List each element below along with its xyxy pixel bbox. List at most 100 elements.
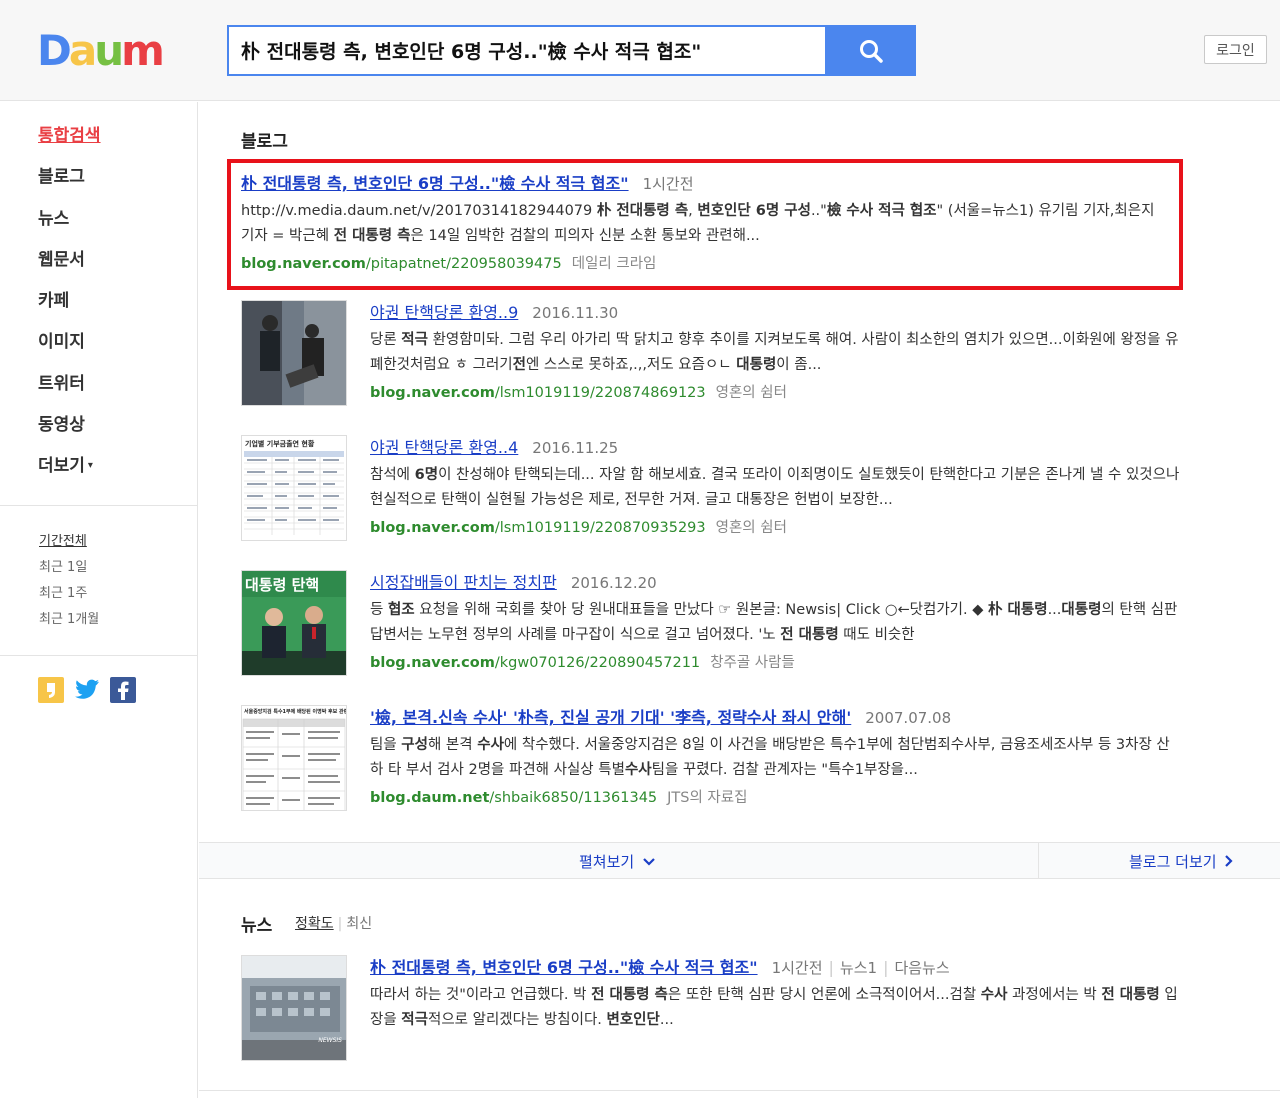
snippet-text: 요청을 위해 국회를 찾아 당 원내대표들을 만났다 ☞ 원본글: Newsis… bbox=[414, 602, 988, 618]
result-source[interactable]: JTS의 자료집 bbox=[667, 790, 747, 806]
snippet-highlight: 전 대통령 측 bbox=[333, 228, 411, 244]
news-title-link[interactable]: 朴 전대통령 측, 변호인단 6명 구성.."檢 수사 적극 협조" bbox=[370, 958, 758, 977]
result-source[interactable]: 창주골 사람들 bbox=[710, 655, 795, 671]
expand-button[interactable]: 펼쳐보기 bbox=[579, 851, 655, 872]
nav-item-news[interactable]: 뉴스 bbox=[38, 205, 101, 246]
result-url-link[interactable]: blog.naver.com/lsm1019119/220874869123 bbox=[370, 385, 706, 401]
result-url-path: /lsm1019119/220870935293 bbox=[494, 520, 706, 536]
nav-item-blog[interactable]: 블로그 bbox=[38, 163, 101, 204]
period-1week[interactable]: 최근 1주 bbox=[39, 582, 99, 608]
period-1day[interactable]: 최근 1일 bbox=[39, 556, 99, 582]
news-result: 朴 전대통령 측, 변호인단 6명 구성.."檢 수사 적극 협조" 1시간전 | 뉴… bbox=[370, 954, 1180, 1033]
snippet-text: 이 좀... bbox=[776, 357, 822, 373]
news-thumbnail[interactable]: NEWSIS bbox=[241, 955, 347, 1061]
snippet-text: 등 bbox=[370, 602, 388, 618]
daum-story-icon[interactable] bbox=[38, 677, 64, 703]
blog-more-bar: 펼쳐보기 블로그 더보기 bbox=[199, 842, 1280, 879]
search-button[interactable] bbox=[825, 25, 916, 76]
nav-item-cafe[interactable]: 카페 bbox=[38, 287, 101, 328]
result-date: 2016.12.20 bbox=[570, 574, 657, 592]
result-url-link[interactable]: blog.naver.com/pitapatnet/220958039475 bbox=[241, 256, 562, 272]
result-title-link[interactable]: '檢, 본격.신속 수사' '朴측, 진실 공개 기대' '李측, 정략수사 좌… bbox=[370, 708, 851, 727]
snippet-highlight: 朴 전대통령 측 bbox=[596, 203, 689, 219]
nav-item-all[interactable]: 통합검색 bbox=[38, 122, 101, 163]
nav-item-more[interactable]: 더보기 ▾ bbox=[38, 452, 101, 493]
sidebar-divider bbox=[0, 655, 198, 656]
result-url-link[interactable]: blog.daum.net/shbaik6850/11361345 bbox=[370, 790, 657, 806]
result-title-link[interactable]: 야권 탄핵당론 환영..9 bbox=[370, 303, 518, 322]
snippet-text: 과정에서는 박 bbox=[1007, 987, 1102, 1003]
snippet-text: , bbox=[688, 203, 698, 219]
result-source[interactable]: 영혼의 쉼터 bbox=[716, 520, 787, 536]
blog-result: 시정잡배들이 판치는 정치판 2016.12.20 등 협조 요청을 위해 국회를… bbox=[370, 569, 1180, 672]
result-date: 2016.11.25 bbox=[532, 439, 619, 457]
news-snippet: 따라서 하는 것"이라고 언급했다. 박 전 대통령 측은 또한 탄핵 심판 당… bbox=[370, 983, 1180, 1033]
nav-more-label: 더보기 bbox=[38, 456, 85, 477]
period-1month[interactable]: 최근 1개월 bbox=[39, 608, 99, 634]
result-url-path: /shbaik6850/11361345 bbox=[489, 790, 658, 806]
snippet-highlight: 대통령 bbox=[1061, 602, 1102, 618]
period-all[interactable]: 기간전체 bbox=[39, 530, 99, 556]
result-title-link[interactable]: 朴 전대통령 측, 변호인단 6명 구성.."檢 수사 적극 협조" bbox=[241, 174, 629, 193]
result-url-link[interactable]: blog.naver.com/lsm1019119/220870935293 bbox=[370, 520, 706, 536]
table-thumbnail bbox=[242, 718, 346, 810]
result-url-path: /lsm1019119/220874869123 bbox=[494, 385, 706, 401]
result-thumbnail[interactable]: 대통령 탄핵 bbox=[241, 570, 347, 676]
snippet-highlight: 6명 bbox=[414, 467, 439, 483]
thumbnail-caption: 서울중앙지검 특수1부에 배당된 이명박 후보 관련 bbox=[244, 709, 346, 715]
snippet-text: 따라서 하는 것"이라고 언급했다. 박 bbox=[370, 987, 592, 1003]
snippet-text: 당론 bbox=[370, 332, 402, 348]
snippet-highlight: 대통령 bbox=[736, 357, 777, 373]
snippet-text: 은 또한 탄핵 심판 당시 언론에 소극적이어서...검찰 bbox=[667, 987, 981, 1003]
result-thumbnail[interactable]: 서울중앙지검 특수1부에 배당된 이명박 후보 관련 bbox=[241, 705, 347, 811]
blog-result: 야권 탄핵당론 환영..9 2016.11.30 당론 적극 환영함미돠. 그럼 … bbox=[370, 299, 1180, 402]
nav-item-twitter[interactable]: 트위터 bbox=[38, 370, 101, 411]
login-button[interactable]: 로그인 bbox=[1204, 35, 1267, 64]
nav-item-web[interactable]: 웹문서 bbox=[38, 246, 101, 287]
sidebar: 통합검색 블로그 뉴스 웹문서 카페 이미지 트위터 동영상 더보기 ▾ 기간전체… bbox=[0, 102, 198, 1098]
news-time: 1시간전 bbox=[771, 959, 823, 977]
blog-section-title: 블로그 bbox=[241, 132, 288, 152]
news-portal[interactable]: 다음뉴스 bbox=[894, 959, 949, 977]
snippet-text: http://v.media.daum.net/v/20170314182944… bbox=[241, 203, 597, 219]
news-press[interactable]: 뉴스1 bbox=[840, 959, 877, 977]
result-url-link[interactable]: blog.naver.com/kgw070126/220890457211 bbox=[370, 655, 700, 671]
result-title-link[interactable]: 야권 탄핵당론 환영..4 bbox=[370, 438, 518, 457]
result-thumbnail[interactable] bbox=[241, 300, 347, 406]
result-thumbnail[interactable]: 기업별 기부금출연 현황 bbox=[241, 435, 347, 541]
blog-result: 야권 탄핵당론 환영..4 2016.11.25 참석에 6명이 찬성해야 탄핵되… bbox=[370, 434, 1180, 537]
snippet-highlight: 전 bbox=[512, 357, 526, 373]
sort-accuracy[interactable]: 정확도 bbox=[295, 916, 334, 932]
snippet-text: 이 찬성해야 탄핵되는데... 자알 함 해보세효. 결국 또라이 이죄명이도 … bbox=[370, 467, 1180, 508]
snippet-text: 해 본격 bbox=[427, 737, 478, 753]
nav-item-video[interactable]: 동영상 bbox=[38, 411, 101, 452]
facebook-icon[interactable] bbox=[110, 677, 136, 703]
search-input[interactable] bbox=[229, 27, 827, 74]
result-url-domain: blog.naver.com bbox=[370, 385, 495, 401]
sidebar-divider bbox=[0, 505, 198, 506]
result-snippet: 팀을 구성해 본격 수사에 착수했다. 서울중앙지검은 8일 이 사건을 배당받… bbox=[370, 733, 1180, 783]
snippet-highlight: 변호인단 bbox=[606, 1012, 660, 1028]
nav-item-image[interactable]: 이미지 bbox=[38, 328, 101, 369]
blog-result: 朴 전대통령 측, 변호인단 6명 구성.."檢 수사 적극 협조" 1시간전 h… bbox=[241, 170, 1171, 273]
result-title-link[interactable]: 시정잡배들이 판치는 정치판 bbox=[370, 573, 557, 592]
more-bar-divider bbox=[1038, 843, 1039, 878]
twitter-icon[interactable] bbox=[74, 677, 100, 703]
snippet-text: .." bbox=[810, 203, 827, 219]
snippet-highlight: 적극 bbox=[401, 1012, 428, 1028]
blog-more-button[interactable]: 블로그 더보기 bbox=[1129, 851, 1233, 872]
snippet-highlight: 구성 bbox=[401, 737, 428, 753]
result-source[interactable]: 데일리 크라임 bbox=[572, 256, 657, 272]
snippet-highlight: 朴 대통령 bbox=[988, 602, 1048, 618]
news-thumbnail-watermark: NEWSIS bbox=[318, 1037, 342, 1044]
sort-latest[interactable]: 최신 bbox=[346, 916, 372, 932]
result-source[interactable]: 영혼의 쉼터 bbox=[716, 385, 787, 401]
result-snippet: 당론 적극 환영함미돠. 그럼 우리 아가리 딱 닭치고 향후 추이를 지켜보도… bbox=[370, 328, 1180, 378]
daum-logo[interactable]: Daum bbox=[37, 26, 165, 75]
logo-letter-u: u bbox=[94, 26, 124, 75]
snippet-text: ... bbox=[659, 1012, 674, 1028]
snippet-text: 참석에 bbox=[370, 467, 415, 483]
sort-divider: | bbox=[337, 916, 343, 932]
logo-letter-m: m bbox=[121, 26, 165, 75]
snippet-highlight: 檢 수사 적극 협조 bbox=[826, 203, 937, 219]
